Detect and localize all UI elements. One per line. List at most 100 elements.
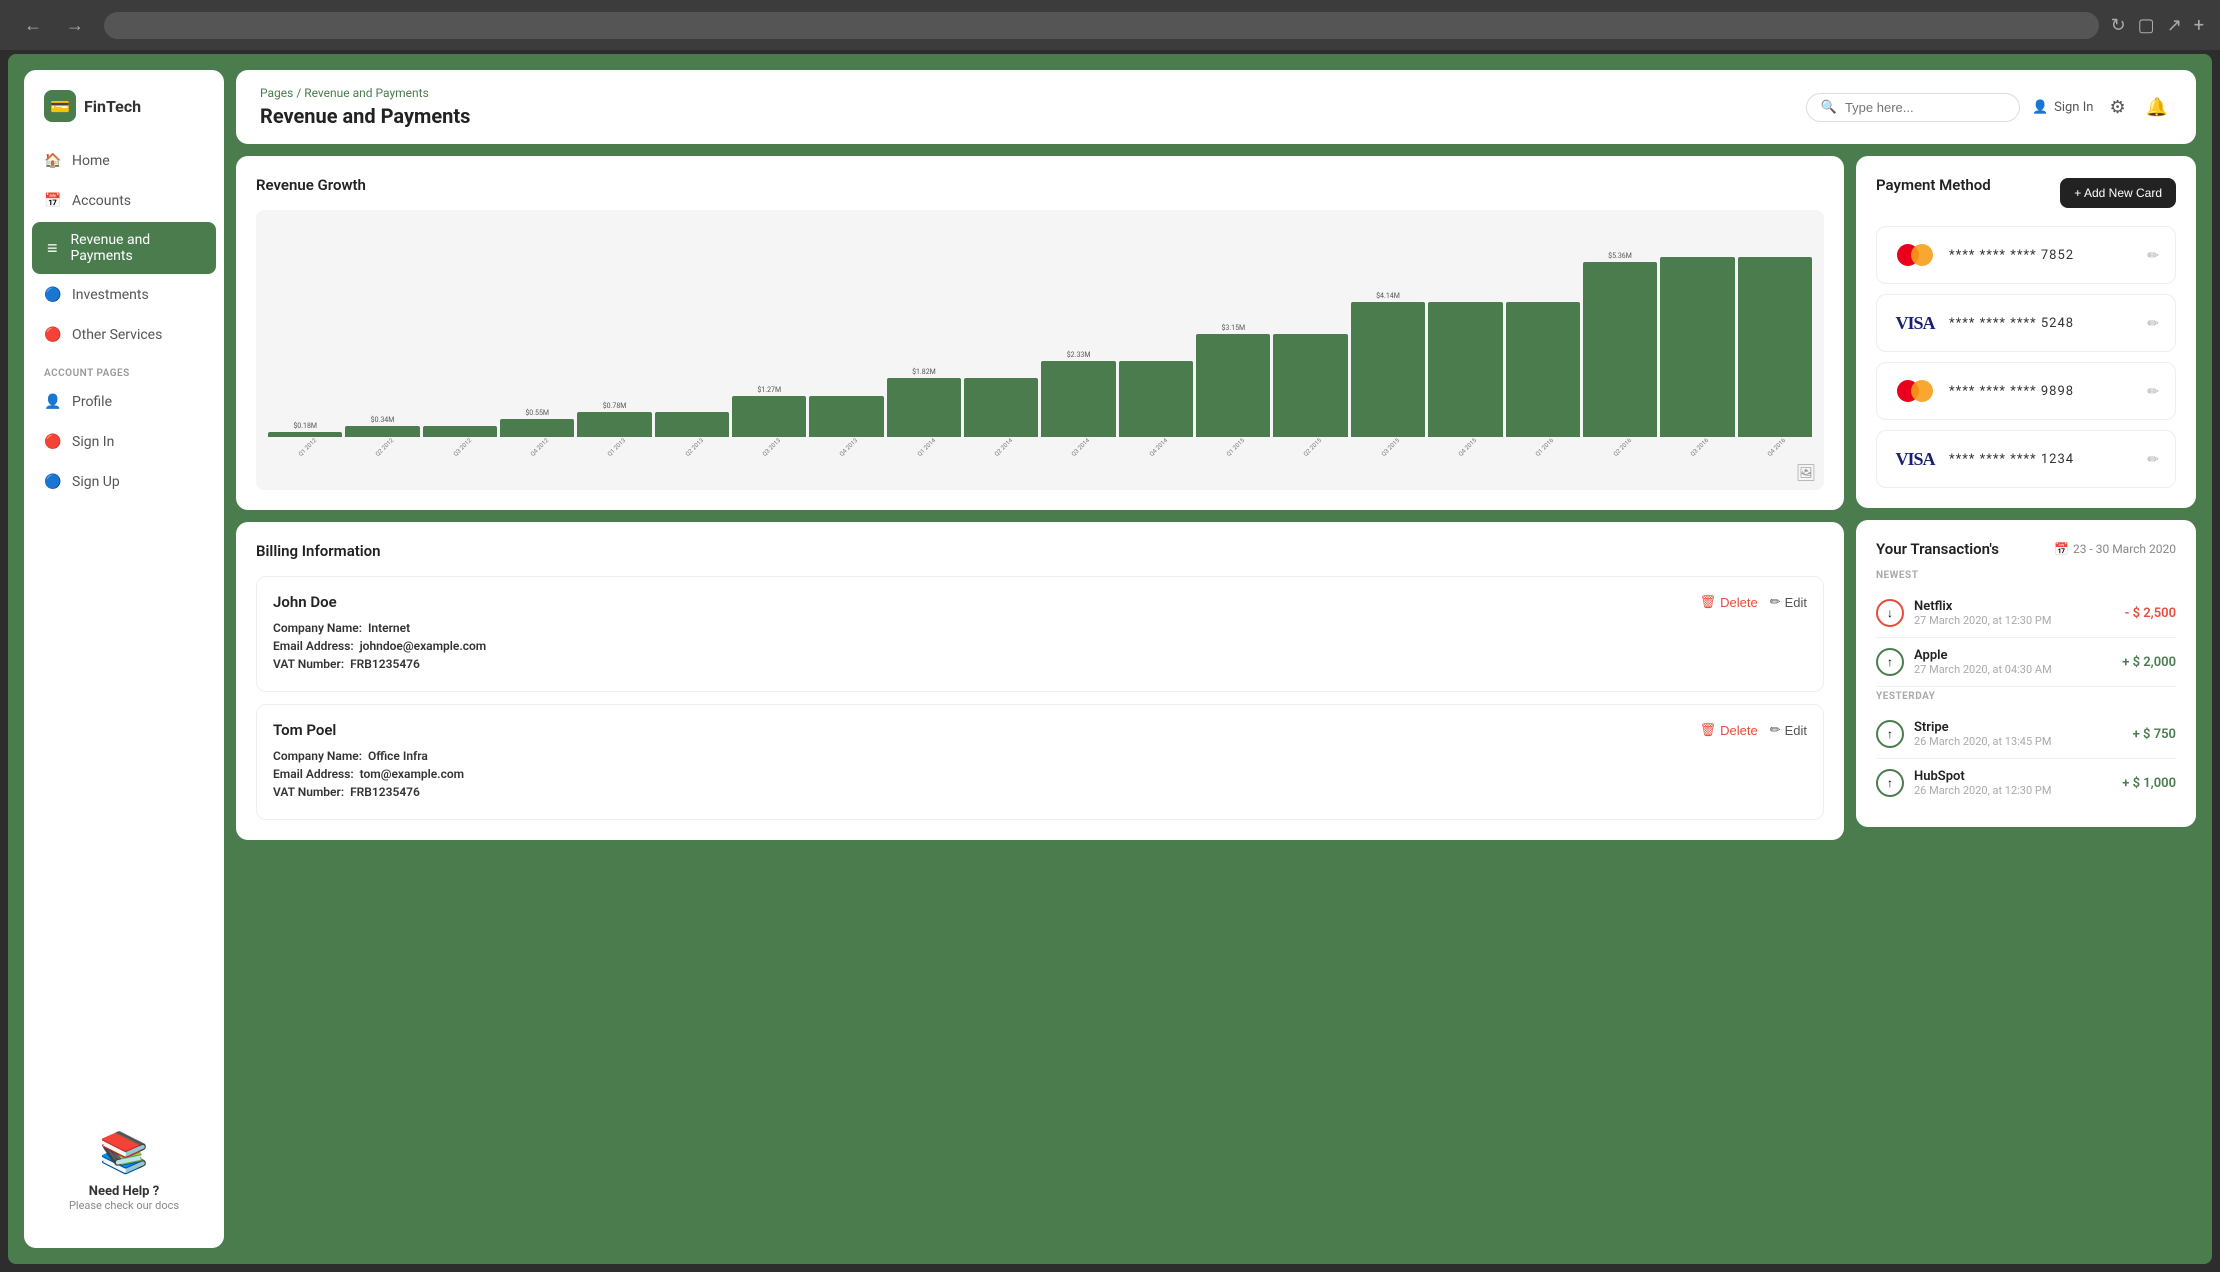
txn-info: HubSpot 26 March 2020, at 12:30 PM (1914, 769, 2051, 797)
content-area: Revenue Growth $0.18MQ1 2012$0.34MQ2 201… (236, 156, 2196, 1248)
sidebar-item-sign-in[interactable]: 🔴 Sign In (32, 423, 216, 461)
chart-bar-group: $2.33MQ3 2014 (1041, 246, 1115, 452)
txn-amount: + $ 750 (2133, 727, 2176, 742)
chart-bar-group: $0.18MQ1 2012 (268, 246, 342, 452)
chart-bar-group: Q2 2015 (1273, 246, 1347, 452)
breadcrumb: Pages / Revenue and Payments (260, 86, 470, 100)
sidebar-item-other-services[interactable]: 🔴 Other Services (32, 316, 216, 354)
sidebar-item-profile[interactable]: 👤 Profile (32, 383, 216, 421)
bar-value-label: $4.14M (1376, 292, 1400, 300)
search-icon: 🔍 (1821, 100, 1837, 115)
chart-bar-group: $1.82MQ1 2014 (887, 246, 961, 452)
chart-bar-group: $4.14MQ3 2015 (1351, 246, 1425, 452)
transactions-section-yesterday: YESTERDAY (1876, 691, 2176, 702)
chart-bar-group: $0.55MQ4 2012 (500, 246, 574, 452)
window-icon: ▢ (2138, 15, 2155, 36)
sidebar-item-home[interactable]: 🏠 Home (32, 142, 216, 180)
address-bar[interactable] (104, 12, 2099, 39)
new-tab-icon[interactable]: + (2194, 15, 2204, 36)
sign-up-icon: 🔵 (44, 473, 62, 491)
sign-in-icon: 🔴 (44, 433, 62, 451)
edit-label: Edit (1785, 595, 1807, 610)
browser-back-button[interactable]: ← (16, 11, 50, 40)
sidebar-item-investments[interactable]: 🔵 Investments (32, 276, 216, 314)
company-label: Company Name: (273, 749, 362, 763)
billing-vat-field: VAT Number: FRB1235476 (273, 657, 1807, 671)
settings-button[interactable]: ⚙ (2105, 93, 2129, 122)
billing-title: Billing Information (256, 542, 1824, 560)
bar-value-label: $1.27M (757, 386, 781, 394)
investments-icon: 🔵 (44, 286, 62, 304)
txn-icon-positive: ↑ (1876, 720, 1904, 748)
browser-forward-button[interactable]: → (58, 11, 92, 40)
sign-in-button[interactable]: 👤 Sign In (2032, 100, 2094, 115)
edit-icon: ✏ (1770, 594, 1781, 610)
sidebar-logo: 💳 FinTech (24, 90, 224, 142)
txn-info: Netflix 27 March 2020, at 12:30 PM (1914, 599, 2051, 627)
page-header: Pages / Revenue and Payments Revenue and… (236, 70, 2196, 144)
date-range-text: 23 - 30 March 2020 (2073, 542, 2176, 556)
card-edit-button-3[interactable]: ✏ (2147, 451, 2159, 468)
email-label: Email Address: (273, 639, 354, 653)
payment-card-item-1: VISA **** **** **** 5248 ✏ (1876, 294, 2176, 352)
notifications-button[interactable]: 🔔 (2142, 93, 2172, 122)
sidebar-item-sign-up[interactable]: 🔵 Sign Up (32, 463, 216, 501)
bar (345, 426, 419, 437)
billing-entry: Tom Poel 🗑 Delete ✏ Edit (256, 704, 1824, 820)
search-input[interactable] (1845, 100, 2005, 115)
bar (1506, 302, 1580, 437)
chart-bar-group: $0.78MQ1 2013 (577, 246, 651, 452)
billing-company-field: Company Name: Office Infra (273, 749, 1807, 763)
transactions-card: Your Transaction's 📅 23 - 30 March 2020 … (1856, 520, 2196, 827)
share-icon: ↗ (2167, 15, 2182, 36)
bar-value-label: $0.55M (525, 409, 549, 417)
card-edit-button-1[interactable]: ✏ (2147, 315, 2159, 332)
bar (732, 396, 806, 437)
txn-left: ↑ Stripe 26 March 2020, at 13:45 PM (1876, 720, 2051, 748)
bar-x-label: Q1 2016 (1535, 437, 1556, 458)
sidebar-item-label: Sign Up (72, 474, 120, 490)
bar (1196, 334, 1270, 437)
sidebar-item-label: Revenue and Payments (71, 232, 204, 264)
bar-x-label: Q2 2015 (1303, 437, 1324, 458)
txn-name: HubSpot (1914, 769, 2051, 784)
bar (1119, 361, 1193, 437)
sidebar: 💳 FinTech 🏠 Home 📅 Accounts ≡ Revenue an… (24, 70, 224, 1248)
bar (268, 432, 342, 437)
trash-icon: 🗑 (1700, 594, 1717, 610)
sidebar-item-revenue[interactable]: ≡ Revenue and Payments (32, 222, 216, 274)
billing-email-field: Email Address: tom@example.com (273, 767, 1807, 781)
bar (500, 419, 574, 437)
chart-bar-group: Q4 2015 (1428, 246, 1502, 452)
vat-label: VAT Number: (273, 785, 344, 799)
chart-image-icon: 🖼 (1796, 463, 1816, 482)
add-new-card-button[interactable]: + Add New Card (2060, 178, 2176, 208)
card-left: VISA **** **** **** 1234 (1893, 445, 2074, 473)
sidebar-item-accounts[interactable]: 📅 Accounts (32, 182, 216, 220)
txn-left: ↓ Netflix 27 March 2020, at 12:30 PM (1876, 599, 2051, 627)
txn-name: Stripe (1914, 720, 2051, 735)
billing-email-field: Email Address: johndoe@example.com (273, 639, 1807, 653)
billing-delete-button-0[interactable]: 🗑 Delete (1700, 594, 1758, 610)
billing-edit-button-0[interactable]: ✏ Edit (1770, 594, 1807, 610)
chart-bar-group: Q3 2016 (1660, 246, 1734, 452)
billing-edit-button-1[interactable]: ✏ Edit (1770, 722, 1807, 738)
mc-orange-circle (1911, 380, 1933, 402)
payment-method-title: Payment Method (1876, 176, 1991, 194)
card-left: VISA **** **** **** 5248 (1893, 309, 2074, 337)
sidebar-item-label: Sign In (72, 434, 114, 450)
reload-icon[interactable]: ↻ (2111, 15, 2126, 36)
bar-x-label: Q1 2012 (297, 437, 318, 458)
bar-x-label: Q4 2013 (839, 437, 860, 458)
bar-x-label: Q1 2013 (607, 437, 628, 458)
txn-amount: + $ 2,000 (2122, 655, 2176, 670)
sidebar-item-label: Investments (72, 287, 149, 303)
card-edit-button-2[interactable]: ✏ (2147, 383, 2159, 400)
page-title: Revenue and Payments (260, 104, 470, 128)
card-edit-button-0[interactable]: ✏ (2147, 247, 2159, 264)
vat-value: FRB1235476 (350, 657, 420, 671)
bar-x-label: Q4 2016 (1767, 437, 1788, 458)
billing-delete-button-1[interactable]: 🗑 Delete (1700, 722, 1758, 738)
bar (423, 426, 497, 437)
logo-text: FinTech (84, 97, 141, 116)
